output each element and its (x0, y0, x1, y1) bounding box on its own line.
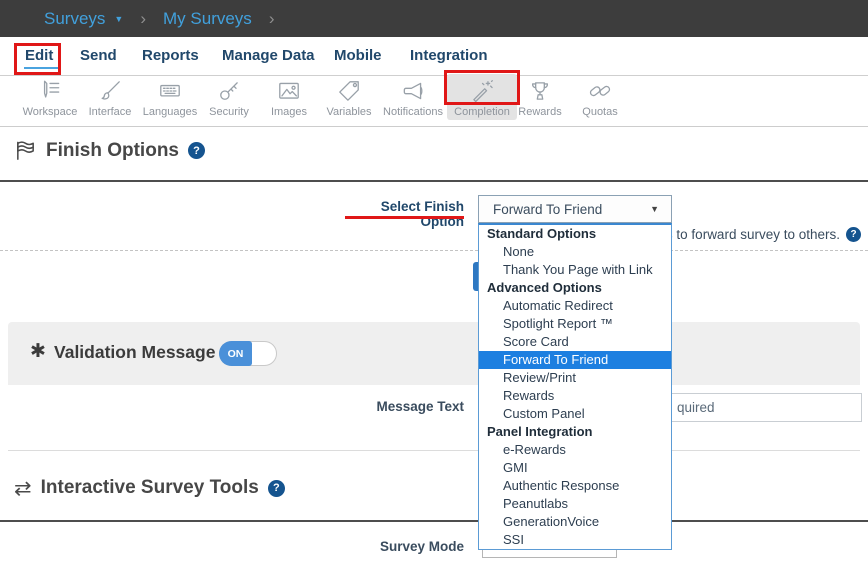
toolbar-label: Variables (326, 106, 371, 118)
section-bottom-border (8, 450, 860, 451)
breadcrumb-surveys[interactable]: Surveys (44, 9, 105, 29)
survey-toolbar: Workspace Interface Languages Security I… (0, 76, 868, 127)
dropdown-option[interactable]: GenerationVoice (479, 513, 671, 531)
keyboard-icon (157, 78, 183, 104)
image-icon (276, 78, 302, 104)
dropdown-group-header: Advanced Options (479, 279, 671, 297)
finish-option-select[interactable]: Forward To Friend ▼ (478, 195, 672, 223)
finish-option-select-value: Forward To Friend (493, 202, 602, 217)
dropdown-option[interactable]: Automatic Redirect (479, 297, 671, 315)
trophy-icon (527, 78, 553, 104)
message-text-label: Message Text (340, 399, 464, 414)
survey-mode-label: Survey Mode (340, 539, 464, 554)
interactive-survey-tools-heading: ⇄ Interactive Survey Tools ? (14, 477, 285, 499)
page-title: Finish Options (46, 140, 179, 162)
toggle-on-state: ON (219, 341, 252, 366)
tab-reports[interactable]: Reports (142, 47, 199, 64)
section-divider (0, 520, 868, 522)
dropdown-option[interactable]: Peanutlabs (479, 495, 671, 513)
forward-help-fragment: ents to forward survey to others. (647, 227, 840, 242)
dropdown-option[interactable]: e-Rewards (479, 441, 671, 459)
tab-mobile[interactable]: Mobile (334, 47, 382, 64)
finish-option-dropdown-list: Standard Options None Thank You Page wit… (478, 223, 672, 550)
brush-icon (97, 78, 123, 104)
tag-icon (336, 78, 362, 104)
tab-send[interactable]: Send (80, 47, 117, 64)
dropdown-group-header: Panel Integration (479, 423, 671, 441)
tab-edit[interactable]: Edit (25, 47, 53, 64)
help-icon[interactable]: ? (846, 227, 861, 242)
dropdown-option[interactable]: Score Card (479, 333, 671, 351)
tab-integration[interactable]: Integration (410, 47, 488, 64)
caret-down-icon: ▼ (650, 204, 659, 214)
toolbar-label: Images (271, 106, 307, 118)
dropdown-option[interactable]: SSI (479, 531, 671, 549)
help-icon[interactable]: ? (188, 142, 205, 159)
swap-arrows-icon: ⇄ (14, 478, 32, 499)
select-finish-option-label: Select Finish Option (340, 199, 464, 229)
dropdown-option[interactable]: Spotlight Report ™ (479, 315, 671, 333)
finish-options-heading: Finish Options ? (14, 139, 205, 162)
tab-manage-data[interactable]: Manage Data (222, 47, 315, 64)
toolbar-label: Quotas (582, 106, 617, 118)
dropdown-group-header: Standard Options (479, 225, 671, 243)
toolbar-item-notifications[interactable]: Notifications (378, 78, 448, 120)
dropdown-option[interactable]: Review/Print (479, 369, 671, 387)
toolbar-label: Workspace (23, 106, 78, 118)
dashed-divider (0, 250, 868, 251)
validation-message-title: Validation Message (54, 342, 215, 363)
chevron-right-icon: › (140, 9, 146, 29)
annotation-underline-select-finish (345, 216, 464, 219)
megaphone-icon (400, 78, 426, 104)
magic-wand-icon (469, 78, 495, 104)
toolbar-label: Security (209, 106, 249, 118)
chevron-right-icon: › (269, 9, 275, 29)
checkered-flag-icon (14, 139, 37, 162)
caret-down-icon[interactable]: ▼ (114, 14, 123, 24)
app-window: Surveys ▼ › My Surveys › Edit Send Repor… (0, 0, 868, 567)
asterisk-icon: ✱ (30, 340, 46, 363)
toolbar-item-quotas[interactable]: Quotas (565, 78, 635, 120)
main-menu: Edit Send Reports Manage Data Mobile Int… (0, 37, 868, 76)
validation-message-toggle[interactable]: ON (219, 341, 277, 366)
dropdown-option[interactable]: GMI (479, 459, 671, 477)
message-text-visible-value: quired (677, 394, 715, 421)
toolbar-label: Languages (143, 106, 197, 118)
breadcrumb: Surveys ▼ › My Surveys › (0, 0, 868, 37)
key-icon (216, 78, 242, 104)
dropdown-option-selected[interactable]: Forward To Friend (479, 351, 671, 369)
dropdown-option[interactable]: None (479, 243, 671, 261)
dropdown-option[interactable]: Thank You Page with Link (479, 261, 671, 279)
toolbar-label: Interface (89, 106, 132, 118)
interactive-survey-tools-title: Interactive Survey Tools (41, 477, 259, 499)
dropdown-option[interactable]: Custom Panel (479, 405, 671, 423)
toolbar-label: Notifications (383, 106, 443, 118)
chain-links-icon (587, 78, 613, 104)
breadcrumb-my-surveys[interactable]: My Surveys (163, 9, 252, 29)
toolbar-item-variables[interactable]: Variables (314, 78, 384, 120)
toolbar-label: Completion (454, 106, 510, 118)
dropdown-option[interactable]: Authentic Response (479, 477, 671, 495)
forward-help-text: ents to forward survey to others. ? (647, 227, 861, 242)
toolbar-label: Rewards (518, 106, 561, 118)
pen-list-icon (37, 78, 63, 104)
active-tab-underline (24, 67, 60, 69)
help-icon[interactable]: ? (268, 480, 285, 497)
section-divider (0, 180, 868, 182)
dropdown-option[interactable]: Rewards (479, 387, 671, 405)
